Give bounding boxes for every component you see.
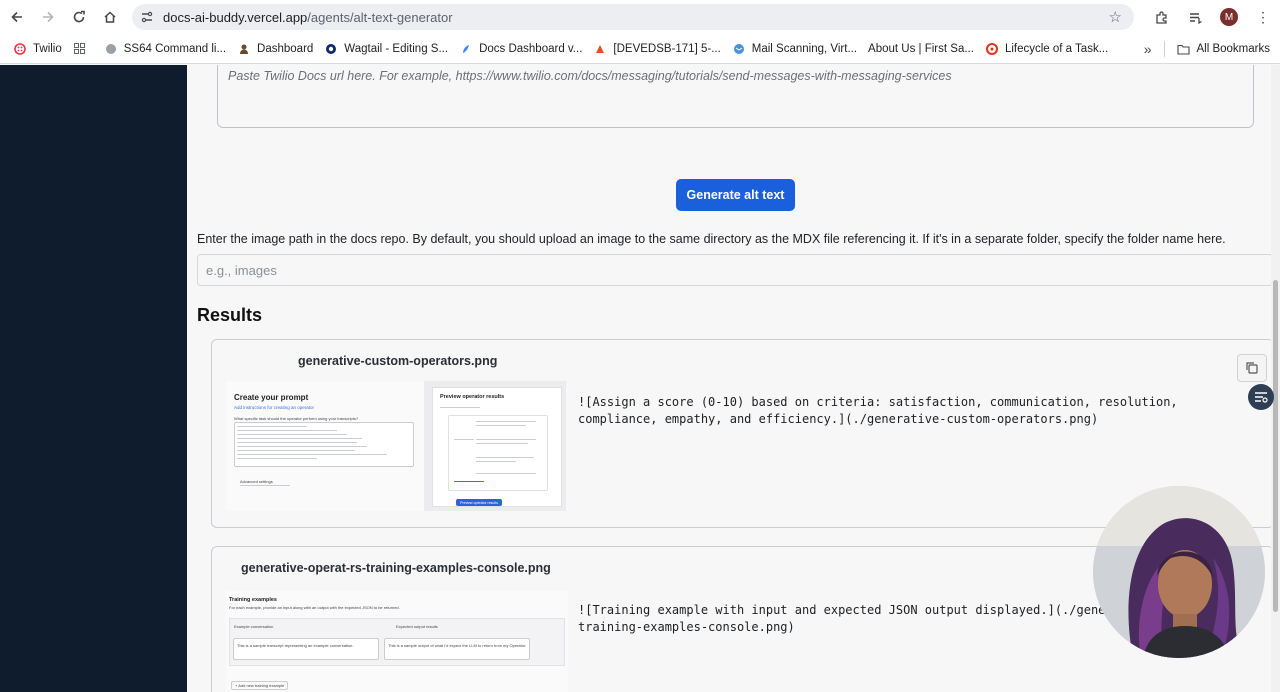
generate-alt-text-button[interactable]: Generate alt text: [676, 179, 795, 211]
result-filename: generative-custom-operators.png: [298, 354, 498, 368]
bookmark-label: Wagtail - Editing S...: [344, 42, 449, 55]
bookmark-item[interactable]: Lifecycle of a Task...: [979, 37, 1113, 61]
lifecycle-icon: [985, 42, 999, 56]
scrollbar-thumb[interactable]: [1273, 280, 1278, 612]
copy-icon: [1246, 362, 1258, 374]
floating-menu-button[interactable]: [1248, 384, 1274, 410]
mail-icon: [732, 42, 746, 56]
globe-icon: [104, 42, 118, 56]
jira-icon: [593, 42, 607, 56]
copy-button[interactable]: [1237, 354, 1267, 382]
result-filename: generative-operat-rs-training-examples-c…: [241, 561, 551, 575]
docs-icon: [459, 42, 473, 56]
result-thumbnail: Training examples For each example, prov…: [226, 591, 568, 692]
bookmark-item[interactable]: Mail Scanning, Virt...: [726, 37, 862, 61]
result-thumbnail: Create your prompt Add instructions for …: [226, 381, 566, 511]
presenter-webcam: [1093, 486, 1265, 658]
bookmark-item[interactable]: [67, 37, 98, 61]
result-card: generative-custom-operators.png Create y…: [211, 339, 1274, 528]
all-bookmarks-folder[interactable]: All Bookmarks: [1165, 37, 1280, 61]
person-icon: [237, 42, 251, 56]
image-path-input[interactable]: e.g., images: [197, 254, 1273, 286]
bookmark-item[interactable]: Docs Dashboard v...: [453, 37, 587, 61]
app-sidebar: [0, 65, 187, 692]
list-settings-icon: [1255, 392, 1268, 403]
bookmark-item[interactable]: SS64 Command li...: [98, 37, 231, 61]
bookmark-label: About Us | First Sa...: [868, 42, 974, 55]
forward-icon[interactable]: [34, 3, 62, 31]
bookmark-item[interactable]: Wagtail - Editing S...: [318, 37, 453, 61]
bookmark-label: Twilio: [33, 42, 62, 55]
bookmark-label: [DEVEDSB-171] 5-...: [613, 42, 721, 55]
bookmark-label: Docs Dashboard v...: [479, 42, 583, 55]
bookmark-star-icon[interactable]: ☆: [1109, 8, 1122, 26]
bookmark-item[interactable]: Dashboard: [231, 37, 318, 61]
bookmark-label: Lifecycle of a Task...: [1004, 42, 1109, 55]
bookmark-label: SS64 Command li...: [123, 42, 227, 55]
bookmark-item[interactable]: Twilio: [7, 37, 67, 61]
bookmark-item[interactable]: About Us | First Sa...: [862, 37, 979, 61]
folder-icon: [1177, 42, 1191, 56]
wagtail-icon: [324, 42, 338, 56]
media-queue-icon[interactable]: [1178, 0, 1212, 34]
results-heading: Results: [197, 305, 263, 325]
bookmarks-bar: Twilio SS64 Command li... Dashboard Wagtail…: [0, 34, 1280, 64]
more-menu-icon[interactable]: ⋮: [1246, 0, 1280, 34]
image-path-help-text: Enter the image path in the docs repo. B…: [197, 232, 1226, 246]
page-scrollbar[interactable]: [1271, 65, 1280, 692]
profile-avatar[interactable]: M: [1212, 0, 1246, 34]
back-icon[interactable]: [3, 3, 31, 31]
twilio-icon: [13, 42, 27, 56]
site-settings-icon[interactable]: [140, 10, 154, 24]
reload-icon[interactable]: [65, 3, 93, 31]
bookmark-label: Dashboard: [257, 42, 314, 55]
url-text: docs-ai-buddy.vercel.app/agents/alt-text…: [163, 9, 453, 25]
extensions-icon[interactable]: [1144, 0, 1178, 34]
bookmark-item[interactable]: [DEVEDSB-171] 5-...: [587, 37, 725, 61]
address-bar[interactable]: docs-ai-buddy.vercel.app/agents/alt-text…: [132, 4, 1134, 30]
result-markdown[interactable]: ![Training example with input and expect…: [578, 602, 1105, 636]
bookmark-label: Mail Scanning, Virt...: [751, 42, 858, 55]
docs-url-textarea[interactable]: Paste Twilio Docs url here. For example,…: [217, 65, 1254, 128]
home-icon[interactable]: [96, 3, 124, 31]
browser-toolbar: docs-ai-buddy.vercel.app/agents/alt-text…: [0, 0, 1280, 34]
result-markdown[interactable]: ![Assign a score (0-10) based on criteri…: [578, 394, 1178, 428]
apps-grid-icon: [73, 42, 87, 56]
more-bookmarks-icon[interactable]: »: [1132, 37, 1164, 61]
